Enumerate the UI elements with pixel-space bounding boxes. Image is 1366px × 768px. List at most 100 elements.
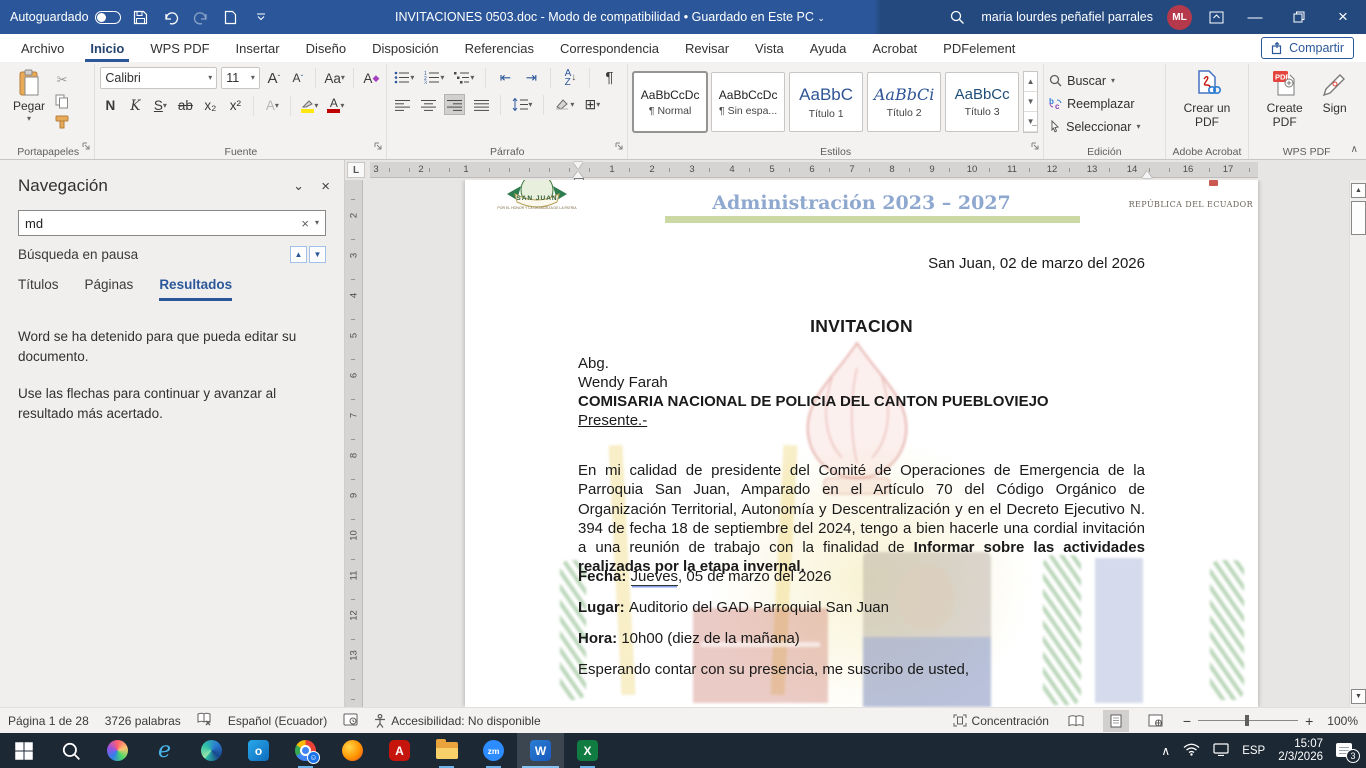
nav-search-dropdown-icon[interactable]: ▾ bbox=[315, 219, 319, 227]
taskbar-ie-icon[interactable]: e bbox=[141, 733, 188, 768]
taskbar-chrome-icon[interactable]: ☺ bbox=[282, 733, 329, 768]
close-button[interactable]: × bbox=[1328, 2, 1358, 32]
tab-dise-o[interactable]: Diseño bbox=[293, 34, 359, 62]
bullets-button[interactable]: ▾ bbox=[392, 67, 416, 88]
font-name-select[interactable]: Calibri▾ bbox=[100, 67, 217, 89]
taskbar-outlook-icon[interactable]: o bbox=[235, 733, 282, 768]
tab-ayuda[interactable]: Ayuda bbox=[797, 34, 860, 62]
redo-icon[interactable] bbox=[191, 6, 211, 28]
find-button[interactable]: Buscar▾ bbox=[1049, 70, 1160, 91]
hanging-indent-marker[interactable] bbox=[573, 171, 583, 178]
body-paragraph[interactable]: En mi calidad de presidente del Comité d… bbox=[578, 461, 1145, 577]
styles-dialog-launcher-icon[interactable] bbox=[1031, 138, 1040, 156]
ribbon-display-options-icon[interactable] bbox=[1206, 6, 1226, 28]
italic-button[interactable]: K bbox=[125, 95, 145, 116]
text-effects-button[interactable]: A▾ bbox=[262, 95, 282, 116]
autosave-toggle[interactable]: Autoguardado bbox=[10, 10, 121, 24]
tab-stop-selector[interactable]: L bbox=[347, 162, 365, 178]
zoom-in-icon[interactable]: + bbox=[1305, 713, 1313, 729]
paste-button[interactable]: Pegar▾ bbox=[7, 67, 51, 143]
taskbar-acrobat-icon[interactable]: A bbox=[376, 733, 423, 768]
taskbar-start-icon[interactable] bbox=[0, 733, 47, 768]
subscript-button[interactable]: x₂ bbox=[200, 95, 220, 116]
change-case-button[interactable]: Aa▾ bbox=[323, 68, 347, 89]
nav-next-result-icon[interactable]: ▼ bbox=[309, 246, 326, 263]
clear-formatting-button[interactable]: A◆ bbox=[361, 68, 381, 89]
line-spacing-button[interactable]: ▾ bbox=[510, 94, 534, 115]
tray-language[interactable]: ESP bbox=[1242, 745, 1265, 757]
taskbar-firefox-icon[interactable] bbox=[329, 733, 376, 768]
scroll-thumb[interactable] bbox=[1351, 201, 1366, 235]
style-normal[interactable]: AaBbCcDc¶ Normal bbox=[633, 72, 707, 132]
strikethrough-button[interactable]: ab bbox=[175, 95, 195, 116]
tab-wps-pdf[interactable]: WPS PDF bbox=[137, 34, 222, 62]
multilevel-list-button[interactable]: ▾ bbox=[452, 67, 476, 88]
addressee-line-2[interactable]: Wendy Farah bbox=[578, 373, 1145, 392]
underline-button[interactable]: S▾ bbox=[150, 95, 170, 116]
font-color-button[interactable]: A▾ bbox=[325, 95, 346, 116]
notification-center-icon[interactable]: 3 bbox=[1336, 742, 1356, 760]
align-left-button[interactable] bbox=[392, 94, 412, 115]
align-center-button[interactable] bbox=[418, 94, 438, 115]
word-count[interactable]: 3726 palabras bbox=[105, 714, 181, 728]
shading-button[interactable]: ▾ bbox=[553, 94, 576, 115]
nav-pane-chevron-icon[interactable]: ⌄ bbox=[293, 178, 304, 194]
select-button[interactable]: Seleccionar▾ bbox=[1049, 116, 1160, 137]
tab-vista[interactable]: Vista bbox=[742, 34, 797, 62]
paragraph-marks-button[interactable]: ¶ bbox=[599, 67, 619, 88]
zoom-percentage[interactable]: 100% bbox=[1327, 714, 1358, 728]
share-button[interactable]: Compartir bbox=[1261, 37, 1354, 59]
right-indent-marker[interactable] bbox=[1142, 171, 1152, 178]
date-line[interactable]: San Juan, 02 de marzo del 2026 bbox=[578, 255, 1145, 272]
wps-sign-button[interactable]: Sign bbox=[1315, 67, 1355, 143]
zoom-slider-thumb[interactable] bbox=[1245, 715, 1249, 726]
create-pdf-acrobat-button[interactable]: Crear un PDF bbox=[1175, 67, 1239, 143]
search-icon[interactable] bbox=[947, 6, 967, 28]
replace-button[interactable]: bcReemplazar bbox=[1049, 93, 1160, 114]
scroll-down-icon[interactable]: ▼ bbox=[1351, 689, 1366, 704]
styles-scroll-up-icon[interactable]: ▲ bbox=[1024, 72, 1037, 92]
tab-referencias[interactable]: Referencias bbox=[452, 34, 547, 62]
increase-indent-button[interactable]: ⇥ bbox=[521, 67, 541, 88]
hora-line[interactable]: Hora: 10h00 (diez de la mañana) bbox=[578, 630, 1145, 647]
nav-prev-result-icon[interactable]: ▲ bbox=[290, 246, 307, 263]
nav-tab-titulos[interactable]: Títulos bbox=[18, 277, 59, 301]
lugar-line[interactable]: Lugar: Auditorio del GAD Parroquial San … bbox=[578, 599, 1145, 616]
nav-pane-close-icon[interactable]: × bbox=[321, 178, 330, 195]
undo-icon[interactable] bbox=[161, 6, 181, 28]
taskbar-zoom-icon[interactable]: zm bbox=[470, 733, 517, 768]
superscript-button[interactable]: x² bbox=[225, 95, 245, 116]
user-name[interactable]: maria lourdes peñafiel parrales bbox=[981, 10, 1153, 24]
taskbar-excel-icon[interactable]: X bbox=[564, 733, 611, 768]
web-layout-button[interactable] bbox=[1143, 710, 1169, 732]
text-predictions-icon[interactable] bbox=[343, 713, 358, 729]
wps-create-pdf-button[interactable]: PDF Create PDF bbox=[1259, 67, 1311, 143]
doc-title[interactable]: INVITACION bbox=[578, 316, 1145, 337]
restore-button[interactable] bbox=[1284, 2, 1314, 32]
tab-pdfelement[interactable]: PDFelement bbox=[930, 34, 1028, 62]
read-mode-button[interactable] bbox=[1063, 710, 1089, 732]
avatar[interactable]: ML bbox=[1167, 5, 1192, 30]
font-size-select[interactable]: 11▾ bbox=[221, 67, 260, 89]
styles-gallery-expand-icon[interactable]: ▼̲ bbox=[1024, 112, 1037, 132]
highlight-button[interactable]: ▾ bbox=[299, 95, 320, 116]
focus-mode-button[interactable]: Concentración bbox=[953, 714, 1049, 728]
sort-button[interactable]: AZ↓ bbox=[560, 67, 580, 88]
accessibility-status[interactable]: Accesibilidad: No disponible bbox=[374, 714, 540, 728]
grow-font-button[interactable]: Aˆ bbox=[264, 68, 284, 89]
scroll-up-icon[interactable]: ▲ bbox=[1351, 183, 1366, 198]
taskbar-word-icon[interactable]: W bbox=[517, 733, 564, 768]
taskbar-copilot-icon[interactable] bbox=[94, 733, 141, 768]
format-painter-icon[interactable] bbox=[51, 112, 73, 132]
zoom-out-icon[interactable]: − bbox=[1183, 713, 1191, 729]
page-indicator[interactable]: Página 1 de 28 bbox=[8, 714, 89, 728]
collapse-ribbon-icon[interactable]: ∧ bbox=[1351, 144, 1358, 155]
vertical-ruler[interactable]: 2345678910111213 bbox=[345, 180, 363, 707]
borders-button[interactable]: ⊞▾ bbox=[582, 94, 602, 115]
cast-icon[interactable] bbox=[1213, 743, 1229, 759]
decrease-indent-button[interactable]: ⇤ bbox=[495, 67, 515, 88]
tab-correspondencia[interactable]: Correspondencia bbox=[547, 34, 672, 62]
tab-inicio[interactable]: Inicio bbox=[77, 34, 137, 62]
shrink-font-button[interactable]: Aˇ bbox=[288, 68, 308, 89]
nav-tab-resultados[interactable]: Resultados bbox=[159, 277, 232, 301]
